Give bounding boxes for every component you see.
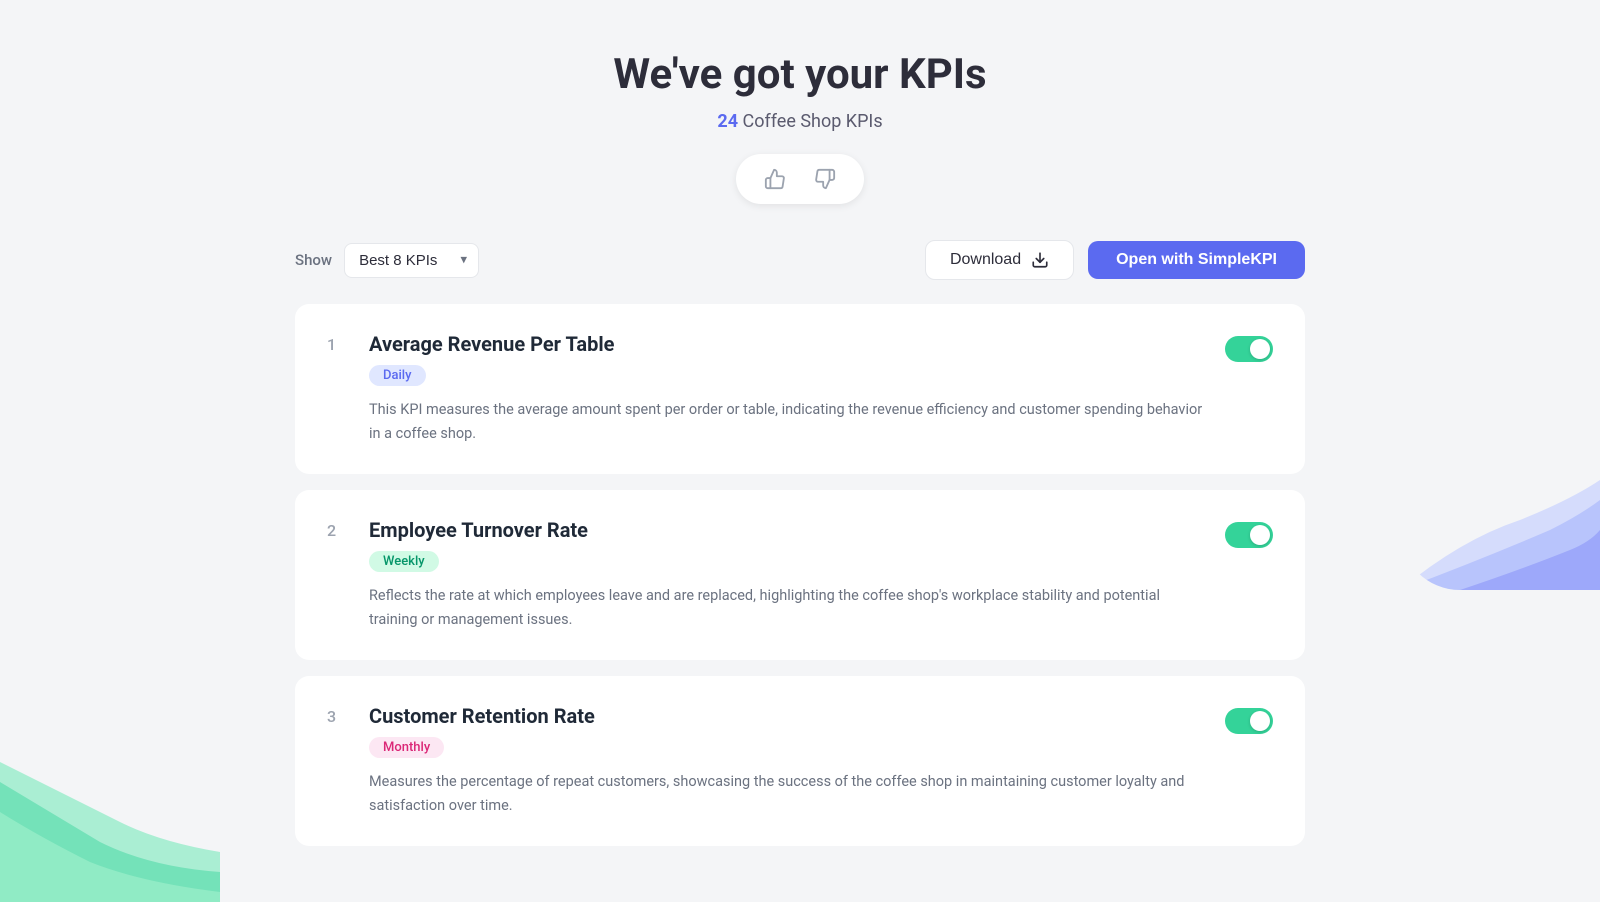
decorative-blob-right — [1400, 460, 1600, 590]
kpi-number-1: 1 — [327, 332, 349, 354]
download-icon — [1031, 251, 1049, 269]
toggle-thumb-3 — [1250, 711, 1270, 731]
kpi-card-1: 1 Average Revenue Per Table Daily This K… — [295, 304, 1305, 474]
download-label: Download — [950, 251, 1021, 269]
toggle-track-1 — [1225, 336, 1273, 362]
kpi-badge-1: Daily — [369, 365, 426, 386]
kpi-toggle-3[interactable] — [1225, 704, 1273, 734]
toolbar-actions: Download Open with SimpleKPI — [925, 240, 1305, 280]
kpi-toggle-1[interactable] — [1225, 332, 1273, 362]
kpi-body-3: Customer Retention Rate Monthly Measures… — [369, 704, 1205, 818]
kpi-number-3: 3 — [327, 704, 349, 726]
kpi-select-wrapper: Best 8 KPIs All 24 KPIs Top 5 KPIs ▾ — [344, 243, 479, 278]
toggle-track-2 — [1225, 522, 1273, 548]
kpi-title-3: Customer Retention Rate — [369, 704, 1205, 728]
toggle-switch-2[interactable] — [1225, 522, 1273, 548]
kpi-desc-3: Measures the percentage of repeat custom… — [369, 770, 1205, 818]
kpi-toggle-2[interactable] — [1225, 518, 1273, 548]
toggle-switch-1[interactable] — [1225, 336, 1273, 362]
show-label: Show — [295, 251, 332, 269]
feedback-pill — [736, 154, 864, 204]
kpi-desc-2: Reflects the rate at which employees lea… — [369, 584, 1205, 632]
decorative-blob-left — [0, 762, 220, 902]
kpi-count: 24 — [717, 111, 738, 132]
kpi-card-3: 3 Customer Retention Rate Monthly Measur… — [295, 676, 1305, 846]
kpi-body-2: Employee Turnover Rate Weekly Reflects t… — [369, 518, 1205, 632]
toolbar: Show Best 8 KPIs All 24 KPIs Top 5 KPIs … — [295, 240, 1305, 280]
thumbdown-button[interactable] — [808, 164, 842, 194]
kpi-count-select[interactable]: Best 8 KPIs All 24 KPIs Top 5 KPIs — [344, 243, 479, 278]
open-label: Open with SimpleKPI — [1116, 251, 1277, 268]
page-title: We've got your KPIs — [295, 50, 1305, 99]
toggle-thumb-1 — [1250, 339, 1270, 359]
kpi-list: 1 Average Revenue Per Table Daily This K… — [295, 304, 1305, 862]
kpi-number-2: 2 — [327, 518, 349, 540]
feedback-bar — [295, 154, 1305, 204]
open-simplekpi-button[interactable]: Open with SimpleKPI — [1088, 241, 1305, 279]
kpi-title-2: Employee Turnover Rate — [369, 518, 1205, 542]
thumbup-button[interactable] — [758, 164, 792, 194]
kpi-badge-3: Monthly — [369, 737, 444, 758]
kpi-card-2: 2 Employee Turnover Rate Weekly Reflects… — [295, 490, 1305, 660]
kpi-badge-2: Weekly — [369, 551, 439, 572]
download-button[interactable]: Download — [925, 240, 1074, 280]
subtitle: 24 Coffee Shop KPIs — [295, 111, 1305, 132]
kpi-title-1: Average Revenue Per Table — [369, 332, 1205, 356]
kpi-desc-1: This KPI measures the average amount spe… — [369, 398, 1205, 446]
toggle-track-3 — [1225, 708, 1273, 734]
kpi-body-1: Average Revenue Per Table Daily This KPI… — [369, 332, 1205, 446]
toggle-switch-3[interactable] — [1225, 708, 1273, 734]
show-section: Show Best 8 KPIs All 24 KPIs Top 5 KPIs … — [295, 243, 479, 278]
toggle-thumb-2 — [1250, 525, 1270, 545]
